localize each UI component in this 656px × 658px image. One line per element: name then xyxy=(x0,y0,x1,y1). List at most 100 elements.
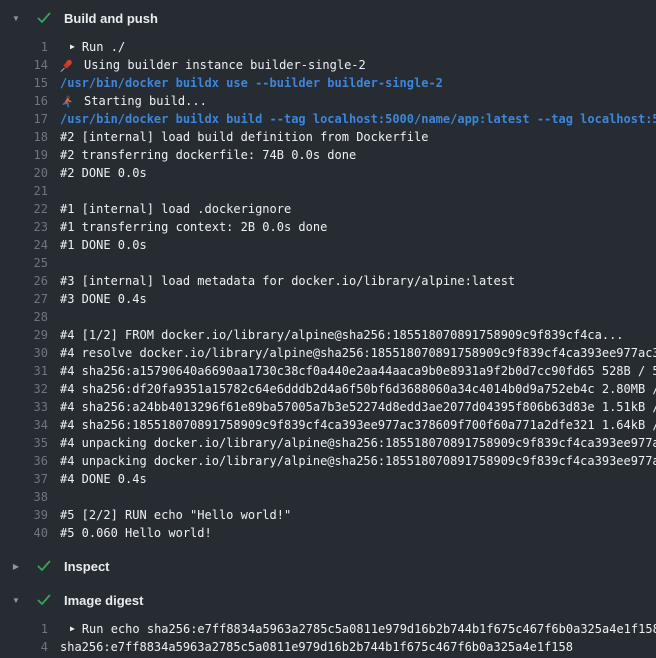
line-number[interactable]: 35 xyxy=(0,434,48,452)
line-number[interactable]: 31 xyxy=(0,362,48,380)
line-number[interactable]: 1 xyxy=(0,620,48,638)
success-check-icon xyxy=(36,10,52,26)
line-number[interactable]: 39 xyxy=(0,506,48,524)
line-number[interactable]: 18 xyxy=(0,128,48,146)
line-number[interactable]: 14 xyxy=(0,56,48,74)
log-line: 17/usr/bin/docker buildx build --tag loc… xyxy=(0,110,656,128)
log-line-content: #4 sha256:a24bb4013296f61e89ba57005a7b3e… xyxy=(60,398,656,416)
expand-group-icon[interactable]: ▶ xyxy=(70,620,75,638)
line-number[interactable]: 28 xyxy=(0,308,48,326)
log-line-content: ▶ Run echo sha256:e7ff8834a5963a2785c5a08… xyxy=(60,620,656,638)
log-line-content: Using builder instance builder-single-2 xyxy=(60,56,656,74)
log-line-content: #4 sha256:df20fa9351a15782c64e6dddb2d4a6… xyxy=(60,380,656,398)
log-text: #4 [1/2] FROM docker.io/library/alpine@s… xyxy=(60,326,624,344)
log-line: 19 #2 transferring dockerfile: 74B 0.0s d… xyxy=(0,146,656,164)
log-text: #4 unpacking docker.io/library/alpine@sh… xyxy=(60,434,656,452)
log-text: #5 [2/2] RUN echo "Hello world!" xyxy=(60,506,291,524)
section-log-lines: 1 ▶ Run ./ 14 Using builder instance builder… xyxy=(0,38,656,542)
log-line: 40#5 0.060 Hello world! xyxy=(0,524,656,542)
line-number[interactable]: 19 xyxy=(0,146,48,164)
line-number[interactable]: 38 xyxy=(0,488,48,506)
line-number[interactable]: 15 xyxy=(0,74,48,92)
log-line-content: #5 [2/2] RUN echo "Hello world!" xyxy=(60,506,656,524)
log-line-content: #1 [internal] load .dockerignore xyxy=(60,200,656,218)
line-number[interactable]: 29 xyxy=(0,326,48,344)
log-text: Run ./ xyxy=(82,38,125,56)
log-line: 27 #3 DONE 0.4s xyxy=(0,290,656,308)
line-number[interactable]: 21 xyxy=(0,182,48,200)
section-header-inspect[interactable]: ▶ Inspect xyxy=(0,556,656,576)
line-number[interactable]: 36 xyxy=(0,452,48,470)
section-header-build-and-push[interactable]: ▼Build and push xyxy=(0,8,656,28)
log-text: #3 DONE 0.4s xyxy=(60,290,147,308)
line-number[interactable]: 30 xyxy=(0,344,48,362)
log-line-content: #1 DONE 0.0s xyxy=(60,236,656,254)
log-line: 35 #4 unpacking docker.io/library/alpine@… xyxy=(0,434,656,452)
log-text: #4 sha256:df20fa9351a15782c64e6dddb2d4a6… xyxy=(60,380,656,398)
section-title: Image digest xyxy=(64,593,143,608)
log-line: 31#4 sha256:a15790640a6690aa1730c38cf0a4… xyxy=(0,362,656,380)
line-number[interactable]: 32 xyxy=(0,380,48,398)
line-number[interactable]: 34 xyxy=(0,416,48,434)
log-line: 34 #4 sha256:185518070891758909c9f839cf4c… xyxy=(0,416,656,434)
log-line: 29 #4 [1/2] FROM docker.io/library/alpine… xyxy=(0,326,656,344)
log-line-content: #4 resolve docker.io/library/alpine@sha2… xyxy=(60,344,656,362)
expand-group-icon[interactable]: ▶ xyxy=(70,38,75,56)
log-text: #4 DONE 0.4s xyxy=(60,470,147,488)
log-text: #4 unpacking docker.io/library/alpine@sh… xyxy=(60,452,656,470)
success-check-icon xyxy=(36,558,52,574)
log-line: 15/usr/bin/docker buildx use --builder b… xyxy=(0,74,656,92)
log-section-image-digest: ▼ Image digest 1 ▶ Run echo sha256:e7ff8834a… xyxy=(0,590,656,656)
line-number[interactable]: 1 xyxy=(0,38,48,56)
section-title: Inspect xyxy=(64,559,110,574)
line-number[interactable]: 24 xyxy=(0,236,48,254)
line-number[interactable]: 17 xyxy=(0,110,48,128)
log-line-content: #4 [1/2] FROM docker.io/library/alpine@s… xyxy=(60,326,656,344)
line-number[interactable]: 20 xyxy=(0,164,48,182)
log-text: #1 transferring context: 2B 0.0s done xyxy=(60,218,327,236)
log-text: #2 DONE 0.0s xyxy=(60,164,147,182)
log-text: #4 sha256:185518070891758909c9f839cf4ca3… xyxy=(60,416,656,434)
log-text: /usr/bin/docker buildx use --builder bui… xyxy=(60,74,443,92)
runner-icon xyxy=(60,95,73,108)
line-number[interactable]: 26 xyxy=(0,272,48,290)
log-line: 37 #4 DONE 0.4s xyxy=(0,470,656,488)
log-text: #4 resolve docker.io/library/alpine@sha2… xyxy=(60,344,656,362)
line-number[interactable]: 16 xyxy=(0,92,48,110)
log-text: #2 transferring dockerfile: 74B 0.0s don… xyxy=(60,146,356,164)
workflow-log-viewer: ▼Build and push1▶Run ./14Using builder i… xyxy=(0,0,656,656)
log-text: #2 [internal] load build definition from… xyxy=(60,128,428,146)
line-number[interactable]: 4 xyxy=(0,638,48,656)
log-line-content: #4 unpacking docker.io/library/alpine@sh… xyxy=(60,434,656,452)
log-line: 22 #1 [internal] load .dockerignore xyxy=(0,200,656,218)
line-number[interactable]: 27 xyxy=(0,290,48,308)
log-line-content: #3 DONE 0.4s xyxy=(60,290,656,308)
section-header-image-digest[interactable]: ▼ Image digest xyxy=(0,590,656,610)
chevron-down-icon[interactable]: ▼ xyxy=(10,14,22,23)
log-line: 4sha256:e7ff8834a5963a2785c5a0811e979d16… xyxy=(0,638,656,656)
line-number[interactable]: 25 xyxy=(0,254,48,272)
chevron-right-icon[interactable]: ▶ xyxy=(10,562,22,571)
line-number[interactable]: 40 xyxy=(0,524,48,542)
log-line-content: #2 transferring dockerfile: 74B 0.0s don… xyxy=(60,146,656,164)
success-check-icon xyxy=(36,592,52,608)
log-text: Starting build... xyxy=(84,92,207,110)
log-section-inspect: ▶ Inspect xyxy=(0,556,656,576)
log-line: 38 xyxy=(0,488,656,506)
log-line-content: #2 DONE 0.0s xyxy=(60,164,656,182)
log-text: Using builder instance builder-single-2 xyxy=(84,56,366,74)
log-line: 30 #4 resolve docker.io/library/alpine@sh… xyxy=(0,344,656,362)
line-number[interactable]: 33 xyxy=(0,398,48,416)
chevron-down-icon[interactable]: ▼ xyxy=(10,596,22,605)
log-line-content: Starting build... xyxy=(60,92,656,110)
log-line-content: /usr/bin/docker buildx build --tag local… xyxy=(60,110,656,128)
log-text: Run echo sha256:e7ff8834a5963a2785c5a081… xyxy=(82,620,656,638)
line-number[interactable]: 22 xyxy=(0,200,48,218)
log-line: 1 ▶ Run ./ xyxy=(0,38,656,56)
line-number[interactable]: 37 xyxy=(0,470,48,488)
line-number[interactable]: 23 xyxy=(0,218,48,236)
log-line: 36 #4 unpacking docker.io/library/alpine@… xyxy=(0,452,656,470)
pushpin-icon xyxy=(60,59,73,72)
log-line: 24 #1 DONE 0.0s xyxy=(0,236,656,254)
log-section-build-and-push: ▼Build and push 1 ▶ Run ./ 14 Using builder i… xyxy=(0,8,656,542)
